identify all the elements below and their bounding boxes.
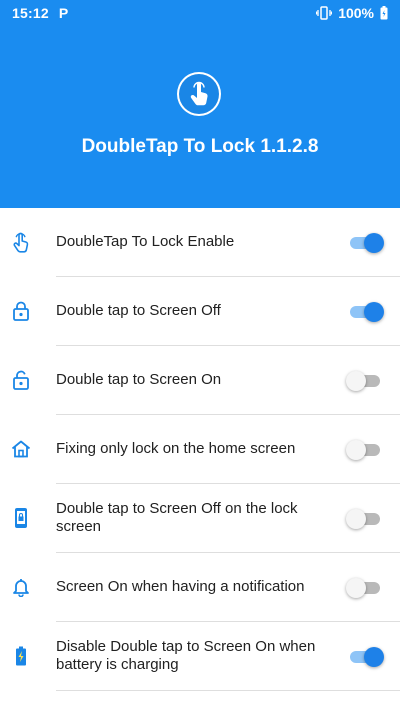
setting-row-enable[interactable]: DoubleTap To Lock Enable: [13, 208, 400, 277]
phone-lock-icon: [10, 507, 32, 529]
toggle-thumb: [364, 302, 384, 322]
setting-label: Double tap to Screen On: [56, 371, 222, 388]
status-time: 15:12: [12, 5, 49, 21]
setting-row-home-screen[interactable]: Fixing only lock on the home screen: [11, 415, 400, 484]
setting-row-screen-on[interactable]: Double tap to Screen On: [13, 346, 400, 415]
setting-row-lock-screen[interactable]: Double tap to Screen Off on the lock scr…: [15, 484, 400, 553]
battery-charging-icon: [10, 645, 32, 667]
setting-label: Screen On when having a notification: [56, 578, 305, 595]
lock-icon: [10, 300, 32, 322]
battery-percent: 100%: [338, 5, 374, 21]
toggle-switch[interactable]: [346, 438, 382, 460]
home-icon: [10, 438, 32, 460]
unlock-icon: [10, 369, 32, 391]
status-right: 100%: [316, 5, 388, 21]
setting-row-screen-off[interactable]: Double tap to Screen Off: [13, 277, 400, 346]
toggle-switch[interactable]: [346, 576, 382, 598]
parking-indicator: P: [58, 5, 69, 21]
setting-row-battery-charging[interactable]: Disable Double tap to Screen On when bat…: [16, 622, 400, 691]
toggle-switch[interactable]: [348, 231, 384, 253]
toggle-switch[interactable]: [348, 300, 384, 322]
status-bar: 15:12 P 100%: [0, 0, 400, 26]
setting-label: Double tap to Screen Off: [56, 302, 221, 319]
app-logo: [177, 72, 221, 116]
toggle-switch[interactable]: [348, 645, 384, 667]
setting-label: DoubleTap To Lock Enable: [56, 233, 235, 250]
setting-label: Disable Double tap to Screen On when bat…: [56, 638, 316, 673]
toggle-switch[interactable]: [346, 369, 382, 391]
setting-row-notification[interactable]: Screen On when having a notification: [13, 553, 400, 622]
setting-label: Fixing only lock on the home screen: [56, 440, 296, 457]
toggle-thumb: [364, 233, 384, 253]
touch-hand-icon: [179, 74, 219, 114]
toggle-thumb: [346, 509, 366, 529]
settings-list: DoubleTap To Lock Enable Double tap to S…: [0, 208, 400, 691]
toggle-thumb: [346, 371, 366, 391]
bell-icon: [10, 576, 32, 598]
setting-label: Double tap to Screen Off on the lock scr…: [56, 500, 298, 535]
toggle-switch[interactable]: [346, 507, 382, 529]
toggle-thumb: [364, 647, 384, 667]
toggle-thumb: [346, 440, 366, 460]
touch-hand-icon: [10, 231, 32, 253]
vibrate-icon: [316, 6, 333, 20]
toggle-thumb: [346, 578, 366, 598]
app-title: DoubleTap To Lock 1.1.2.8: [81, 136, 319, 157]
battery-icon: [380, 6, 388, 20]
app-header: 15:12 P 100% DoubleTap To Lock 1.1.2.8: [0, 0, 400, 208]
